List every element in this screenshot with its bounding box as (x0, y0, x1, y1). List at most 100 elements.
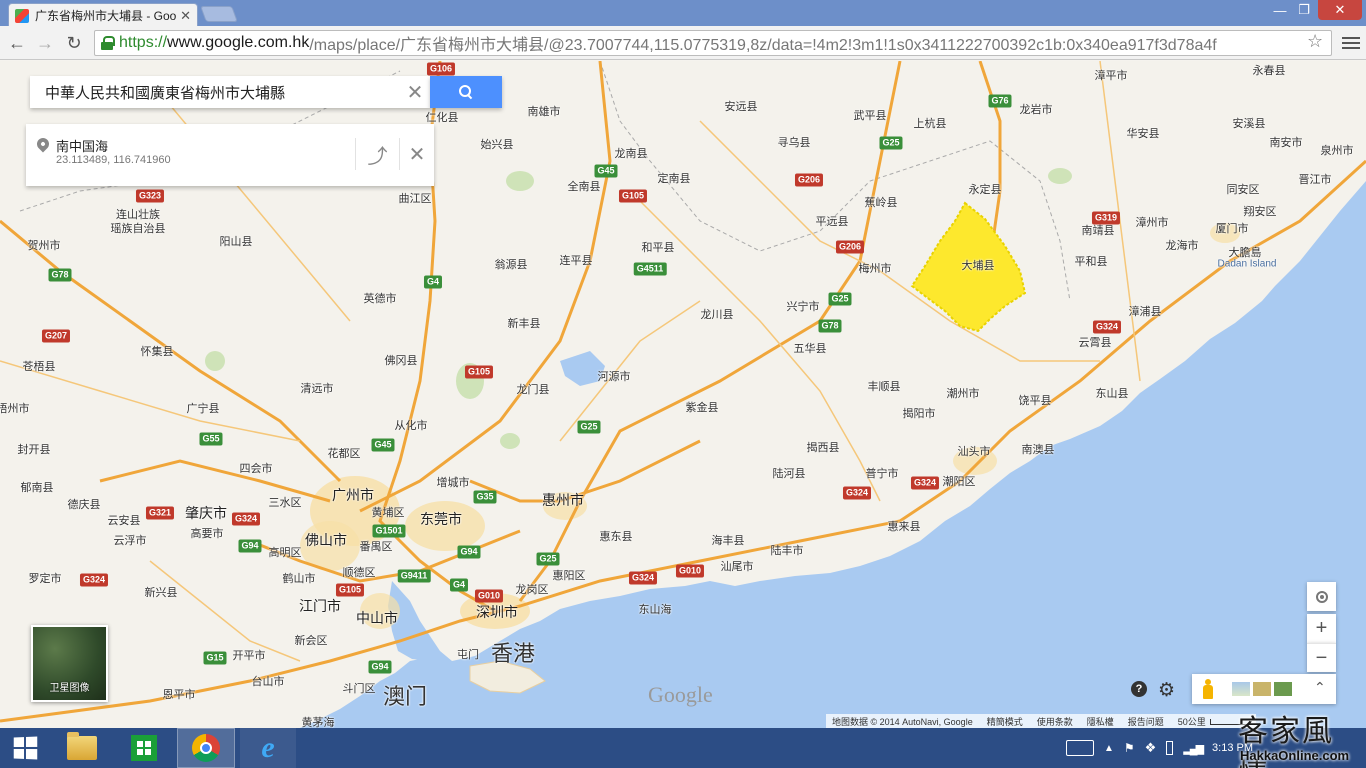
terms-link[interactable]: 使用条款 (1037, 715, 1073, 728)
reload-icon[interactable]: ↻ (62, 31, 86, 55)
label-longnan: 龙南县 (614, 148, 648, 160)
label-guangning: 广宁县 (186, 403, 220, 415)
chrome-taskbar-button[interactable] (177, 728, 235, 768)
network-icon[interactable]: ❖ (1145, 740, 1157, 756)
terrain-layer-thumbnail[interactable] (1253, 682, 1271, 696)
directions-icon[interactable]: ⤴ (355, 138, 399, 170)
layers-panel[interactable]: ⌃ (1192, 674, 1336, 704)
label-heyuan: 河源市 (597, 371, 631, 383)
label-xunwu: 寻乌县 (777, 137, 811, 149)
road-shield-g45: G45 (371, 438, 395, 452)
windows-taskbar: e ▲ ⚑ ❖ ▂▄▆ 3:13 PM (0, 728, 1366, 768)
satellite-toggle-thumbnail[interactable]: 卫星图像 (31, 625, 108, 702)
road-shield-g78: G78 (48, 268, 72, 282)
file-explorer-button[interactable] (56, 728, 108, 768)
search-input[interactable] (45, 83, 400, 101)
window-minimize-button[interactable]: — (1268, 0, 1292, 20)
label-fengkai: 封开县 (17, 444, 51, 456)
back-arrow-icon[interactable]: ← (5, 31, 29, 55)
earth-layer-thumbnail[interactable] (1232, 682, 1250, 696)
browser-tab-active[interactable]: 广东省梅州市大埔县 - Goo ✕ (8, 3, 198, 27)
settings-gear-icon[interactable]: ⚙ (1158, 679, 1175, 702)
label-dadan: Dadan Island (1217, 258, 1277, 270)
label-deqing: 德庆县 (67, 499, 101, 511)
road-shield-g25: G25 (536, 552, 560, 566)
store-button[interactable] (118, 728, 170, 768)
bookmark-star-icon[interactable]: ☆ (1307, 31, 1323, 52)
place-info-card[interactable]: 南中国海 23.113489, 116.741960 ⤴ ✕ (26, 124, 434, 186)
hamburger-menu-icon[interactable] (1342, 32, 1360, 54)
address-bar[interactable]: https://www.google.com.hk/maps/place/广东省… (94, 30, 1332, 56)
road-shield-g324: G324 (1092, 320, 1122, 334)
road-shield-g35: G35 (473, 490, 497, 504)
park-area (205, 351, 225, 371)
label-longhai: 龙海市 (1165, 240, 1199, 252)
url-scheme: https:// (119, 34, 168, 51)
forward-arrow-icon[interactable]: → (33, 31, 57, 55)
report-problem-link[interactable]: 报告问题 (1128, 715, 1164, 728)
window-close-button[interactable]: ✕ (1318, 0, 1362, 20)
zoom-out-button[interactable]: − (1307, 643, 1336, 672)
action-center-flag-icon[interactable]: ⚑ (1124, 741, 1135, 755)
road-shield-g324: G324 (910, 476, 940, 490)
road-shield-g94: G94 (238, 539, 262, 553)
road-shield-g206: G206 (794, 173, 824, 187)
search-box: ✕ (30, 76, 430, 108)
scale-label[interactable]: 50公里 (1178, 715, 1250, 728)
photo-layer-thumbnail[interactable] (1274, 682, 1292, 696)
road-shield-g324: G324 (628, 571, 658, 585)
pegman-icon[interactable] (1202, 679, 1214, 699)
label-yongding: 永定县 (968, 184, 1002, 196)
road-shield-g1501: G1501 (372, 524, 406, 538)
label-conghua: 从化市 (394, 420, 428, 432)
show-hidden-icons-icon[interactable]: ▲ (1104, 743, 1114, 754)
search-button[interactable] (430, 76, 502, 108)
wifi-signal-icon[interactable]: ▂▄▆ (1183, 742, 1204, 755)
national-road (699, 120, 1100, 362)
satellite-label: 卫星图像 (49, 683, 90, 694)
label-heping: 和平县 (641, 242, 675, 254)
road-shield-g78: G78 (818, 319, 842, 333)
road-shield-g25: G25 (577, 420, 601, 434)
label-yongchun: 永春县 (1252, 65, 1286, 77)
label-wuping: 武平县 (853, 110, 887, 122)
window-maximize-button[interactable]: ❐ (1292, 0, 1316, 20)
tab-close-icon[interactable]: ✕ (180, 8, 191, 24)
map-pin-icon (34, 135, 52, 153)
clear-search-icon[interactable]: ✕ (400, 80, 430, 105)
start-button[interactable] (0, 728, 50, 768)
chevron-up-icon[interactable]: ⌃ (1314, 679, 1326, 696)
road-shield-g94: G94 (368, 660, 392, 674)
label-wuzhou: 梧州市 (0, 403, 30, 415)
internet-explorer-button[interactable]: e (240, 728, 296, 768)
new-tab-button[interactable] (200, 6, 238, 22)
label-xinxing: 新兴县 (144, 587, 178, 599)
lite-mode-link[interactable]: 精簡模式 (987, 715, 1023, 728)
label-hezhou: 贺州市 (27, 240, 61, 252)
label-raoping: 饶平县 (1018, 395, 1052, 407)
label-jieyang: 揭阳市 (902, 408, 936, 420)
label-haifeng: 海丰县 (711, 535, 745, 547)
close-card-icon[interactable]: ✕ (399, 138, 434, 170)
search-icon (459, 85, 473, 99)
road-shield-g323: G323 (135, 189, 165, 203)
keyboard-icon[interactable] (1066, 740, 1094, 756)
label-xingning: 兴宁市 (786, 301, 820, 313)
my-location-button[interactable] (1307, 582, 1336, 611)
help-icon[interactable]: ? (1131, 681, 1147, 697)
label-sanshui: 三水区 (268, 497, 302, 509)
label-jiexi: 揭西县 (806, 442, 840, 454)
privacy-link[interactable]: 隱私權 (1087, 715, 1114, 728)
label-zhangpu: 漳浦县 (1128, 306, 1162, 318)
taskbar-clock[interactable]: 3:13 PM (1212, 742, 1253, 755)
battery-icon[interactable] (1166, 741, 1174, 755)
label-nanan: 南安市 (1269, 137, 1303, 149)
zoom-in-button[interactable]: + (1307, 614, 1336, 643)
place-name: 南中国海 (56, 139, 109, 154)
label-yunxiao: 云霄县 (1078, 337, 1112, 349)
label-sihui: 四会市 (239, 463, 273, 475)
label-zhangping: 漳平市 (1094, 70, 1128, 82)
national-road (149, 560, 301, 662)
label-huangpu: 黄埔区 (371, 507, 405, 519)
label-shanwei: 汕尾市 (720, 561, 754, 573)
